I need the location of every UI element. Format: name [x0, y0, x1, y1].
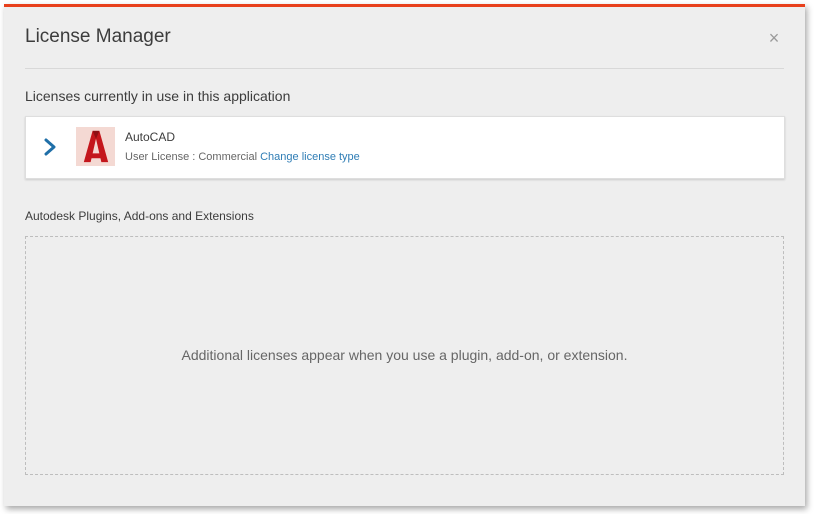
plugins-license-area: Additional licenses appear when you use …: [25, 236, 784, 475]
change-license-type-link[interactable]: Change license type: [260, 151, 360, 163]
license-type-line: User License : Commercial Change license…: [125, 151, 360, 163]
plugins-heading: Autodesk Plugins, Add-ons and Extensions: [25, 209, 254, 223]
empty-plugins-message: Additional licenses appear when you use …: [181, 347, 628, 363]
license-card-autocad[interactable]: AutoCAD User License : Commercial Change…: [25, 116, 785, 179]
product-name: AutoCAD: [125, 130, 176, 144]
licenses-in-use-heading: Licenses currently in use in this applic…: [25, 88, 291, 104]
divider: [25, 68, 784, 69]
autocad-logo-icon: [76, 127, 115, 166]
close-icon[interactable]: ×: [764, 28, 784, 48]
dialog-title: License Manager: [25, 26, 171, 47]
license-manager-dialog: License Manager × Licenses currently in …: [4, 4, 805, 506]
accent-bar: [4, 4, 805, 7]
chevron-right-icon[interactable]: [42, 135, 58, 159]
license-type-text: User License : Commercial: [125, 151, 258, 163]
